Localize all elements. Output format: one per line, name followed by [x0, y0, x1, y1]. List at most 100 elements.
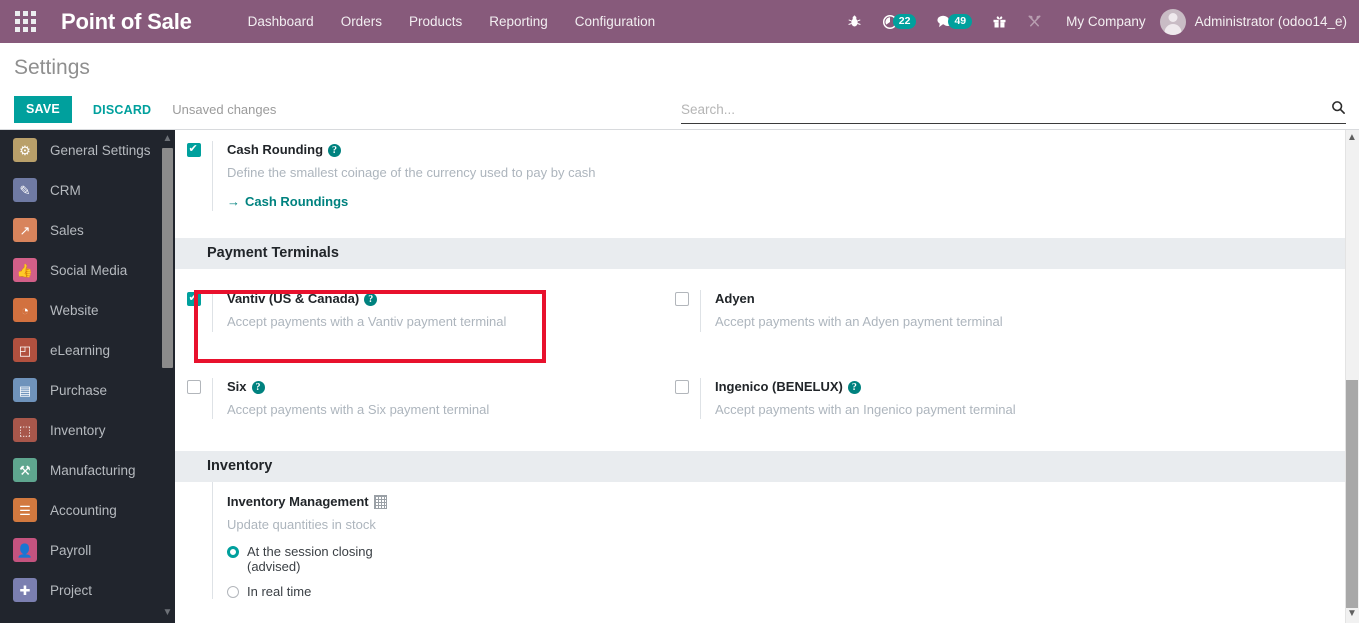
menu-item-orders[interactable]: Orders	[341, 14, 382, 29]
six-label: Six	[227, 378, 247, 394]
company-selector[interactable]: My Company	[1052, 14, 1160, 29]
box-icon: ⬚	[13, 418, 37, 442]
wrench-screwdriver-glyph	[1028, 15, 1041, 27]
cash-rounding-description: Define the smallest coinage of the curre…	[227, 164, 596, 180]
sidebar-scroll-up-arrow[interactable]: ▲	[162, 132, 173, 145]
bug-glyph	[848, 15, 861, 27]
main-scrollbar-thumb[interactable]	[1346, 380, 1358, 608]
adyen-description: Accept payments with an Adyen payment te…	[715, 314, 1003, 330]
sidebar-item-label: Sales	[50, 222, 84, 238]
sidebar-item-inventory[interactable]: ⬚ Inventory	[0, 410, 175, 450]
thumbs-up-icon: 👍	[13, 258, 37, 282]
settings-content: Cash Rounding ? Define the smallest coin…	[175, 130, 1359, 623]
radio-session-closing-input[interactable]	[227, 546, 239, 559]
settings-sidebar: ⚙ General Settings ✎ CRM ↗ Sales 👍 Social Media…	[0, 130, 175, 623]
setting-cash-rounding: Cash Rounding ? Define the smallest coin…	[175, 130, 1345, 215]
radio-real-time-input[interactable]	[227, 586, 239, 599]
help-icon[interactable]: ?	[251, 380, 265, 394]
wrench-icon: ⚒	[13, 458, 37, 482]
top-navbar: Point of Sale Dashboard Orders Products …	[0, 0, 1359, 43]
sidebar-item-label: General Settings	[50, 142, 151, 158]
sidebar-item-social-media[interactable]: 👍 Social Media	[0, 250, 175, 290]
sidebar-item-payroll[interactable]: 👤 Payroll	[0, 530, 175, 570]
search-icon[interactable]	[1331, 100, 1346, 122]
search-input[interactable]	[681, 102, 1331, 120]
sidebar-item-manufacturing[interactable]: ⚒ Manufacturing	[0, 450, 175, 490]
sidebar-item-label: Accounting	[50, 502, 117, 518]
sidebar-item-project[interactable]: ✚ Project	[0, 570, 175, 610]
payment-terminals-row-2: Six ? Accept payments with a Six payment…	[175, 366, 1345, 423]
sidebar-item-sales[interactable]: ↗ Sales	[0, 210, 175, 250]
help-icon[interactable]: ?	[364, 293, 378, 307]
cash-roundings-link[interactable]: → Cash Roundings	[227, 194, 348, 209]
sidebar-scrollbar-thumb[interactable]	[162, 148, 173, 368]
sidebar-item-website[interactable]: ◔ Website	[0, 290, 175, 330]
section-payment-terminals-title: Payment Terminals	[207, 245, 339, 262]
help-icon[interactable]: ?	[847, 380, 861, 394]
menu-item-products[interactable]: Products	[409, 14, 462, 29]
radio-at-session-closing[interactable]: At the session closing (advised)	[227, 544, 512, 574]
sidebar-item-accounting[interactable]: ☰ Accounting	[0, 490, 175, 530]
gear-icon: ⚙	[13, 138, 37, 162]
radio-in-real-time[interactable]: In real time	[227, 584, 512, 599]
inventory-management-title-row: Inventory Management	[227, 493, 512, 512]
sidebar-item-label: Purchase	[50, 382, 108, 398]
puzzle-icon: ✚	[13, 578, 37, 602]
section-inventory-title: Inventory	[207, 458, 273, 475]
sidebar-item-general-settings[interactable]: ⚙ General Settings	[0, 130, 175, 170]
cash-rounding-checkbox[interactable]	[186, 142, 201, 157]
cash-rounding-body: Cash Rounding ? Define the smallest coin…	[212, 141, 1345, 212]
vantiv-description: Accept payments with a Vantiv payment te…	[227, 314, 507, 330]
messages-icon[interactable]: 49	[926, 0, 982, 43]
six-checkbox[interactable]	[186, 379, 201, 394]
save-button[interactable]: SAVE	[14, 96, 72, 123]
apps-grid-icon[interactable]	[0, 0, 50, 43]
sidebar-item-label: Payroll	[50, 542, 92, 558]
sidebar-item-label: Inventory	[50, 422, 106, 438]
presentation-icon: ◰	[13, 338, 37, 362]
main-scroll-down-arrow[interactable]: ▼	[1346, 607, 1358, 621]
messages-count-badge: 49	[948, 13, 973, 30]
six-description: Accept payments with a Six payment termi…	[227, 401, 490, 417]
main-scroll-up-arrow[interactable]: ▲	[1346, 131, 1358, 145]
sidebar-item-purchase[interactable]: ▤ Purchase	[0, 370, 175, 410]
card-icon: ▤	[13, 378, 37, 402]
payment-terminal-six: Six ? Accept payments with a Six payment…	[175, 366, 663, 423]
inventory-management-description: Update quantities in stock	[227, 516, 376, 532]
ingenico-checkbox[interactable]	[674, 379, 689, 394]
activity-count-badge: 22	[892, 13, 917, 30]
gift-icon[interactable]	[982, 0, 1017, 43]
sidebar-item-crm[interactable]: ✎ CRM	[0, 170, 175, 210]
payment-terminal-adyen: Adyen Accept payments with an Adyen paym…	[663, 278, 1151, 335]
sidebar-scroll-down-arrow[interactable]: ▼	[162, 606, 173, 619]
bug-icon[interactable]	[837, 0, 872, 43]
sidebar-item-label: CRM	[50, 182, 81, 198]
discard-button[interactable]: DISCARD	[81, 97, 163, 123]
menu-item-configuration[interactable]: Configuration	[575, 14, 655, 29]
vantiv-label: Vantiv (US & Canada)	[227, 291, 360, 307]
menu-item-reporting[interactable]: Reporting	[489, 14, 548, 29]
adyen-checkbox[interactable]	[674, 292, 689, 307]
adyen-label: Adyen	[715, 291, 755, 307]
magnifier-glyph	[1332, 101, 1345, 114]
person-badge-icon: 👤	[13, 538, 37, 562]
user-menu[interactable]: Administrator (odoo14_e)	[1195, 14, 1347, 29]
globe-icon: ◔	[13, 298, 37, 322]
control-panel: Settings SAVE DISCARD Unsaved changes	[0, 43, 1359, 130]
cash-rounding-title-row: Cash Rounding ?	[227, 141, 1345, 160]
sidebar-item-elearning[interactable]: ◰ eLearning	[0, 330, 175, 370]
help-icon[interactable]: ?	[328, 143, 342, 157]
sidebar-item-label: Project	[50, 582, 93, 598]
sidebar-item-label: Website	[50, 302, 99, 318]
sidebar-item-label: eLearning	[50, 342, 111, 358]
avatar[interactable]	[1159, 8, 1186, 35]
tools-icon[interactable]	[1017, 0, 1052, 43]
menu-item-dashboard[interactable]: Dashboard	[248, 14, 314, 29]
app-brand-title: Point of Sale	[61, 8, 192, 34]
vantiv-checkbox[interactable]	[186, 291, 201, 307]
search-bar	[681, 99, 1346, 124]
chart-line-icon: ↗	[13, 218, 37, 242]
cash-rounding-label: Cash Rounding	[227, 142, 324, 157]
sidebar-item-label: Social Media	[50, 262, 128, 278]
activity-clock-icon[interactable]: 22	[872, 0, 927, 43]
